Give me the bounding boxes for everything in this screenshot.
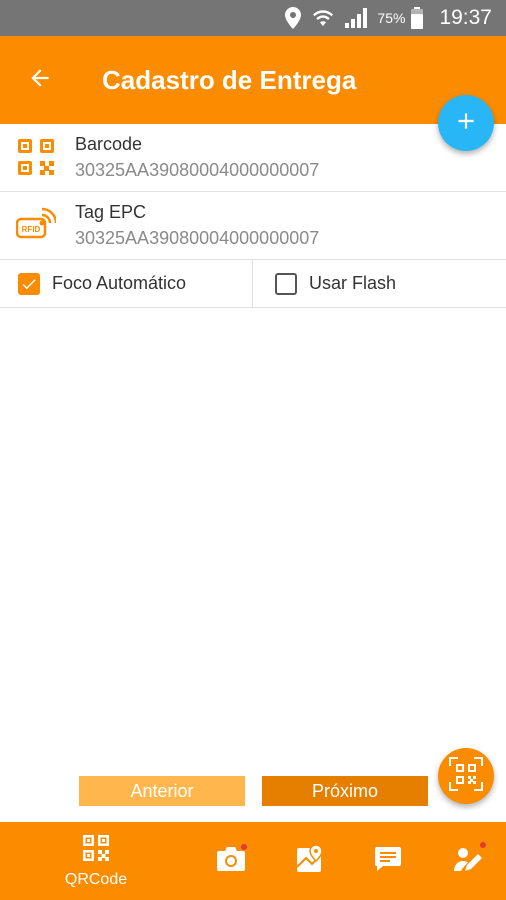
location-icon (285, 7, 302, 29)
auto-focus-checkbox[interactable] (18, 272, 40, 295)
next-button[interactable]: Próximo (262, 776, 428, 806)
message-icon (374, 845, 402, 878)
camera-notification-dot (241, 843, 247, 850)
qr-code-icon (82, 834, 110, 867)
signature-icon (453, 841, 486, 878)
app-bar: Cadastro de Entrega (0, 36, 506, 124)
use-flash-option[interactable]: Usar Flash (253, 260, 506, 307)
page-title: Cadastro de Entrega (102, 64, 357, 95)
battery-percentage: 75% (377, 10, 406, 26)
battery-icon (411, 7, 424, 29)
status-bar: 75% 19:37 (0, 0, 506, 36)
bottom-navigation: QRCode (0, 822, 506, 900)
rfid-icon: RFID (15, 205, 58, 245)
map-icon (296, 843, 324, 878)
arrow-left-icon (27, 65, 53, 96)
qr-scan-icon (449, 756, 483, 796)
back-button[interactable] (0, 36, 80, 124)
auto-focus-option[interactable]: Foco Automático (0, 260, 253, 307)
auto-focus-label: Foco Automático (52, 273, 187, 293)
nav-qrcode-label: QRCode (64, 870, 128, 888)
scan-qr-button[interactable] (438, 748, 494, 804)
svg-text:RFID: RFID (22, 225, 41, 234)
tag-epc-label: Tag EPC (75, 202, 147, 222)
nav-camera[interactable] (205, 822, 257, 900)
barcode-row[interactable]: Barcode 30325AA39080004000000007 (0, 124, 506, 192)
use-flash-checkbox[interactable] (275, 272, 297, 295)
previous-button[interactable]: Anterior (79, 776, 245, 806)
clock: 19:37 (439, 6, 492, 29)
options-row: Foco Automático Usar Flash (0, 260, 506, 308)
wifi-icon (311, 8, 335, 28)
use-flash-label: Usar Flash (309, 273, 397, 293)
signal-icon (345, 8, 368, 28)
camera-icon (216, 843, 247, 877)
barcode-label: Barcode (75, 134, 143, 154)
tag-epc-value: 30325AA39080004000000007 (75, 228, 320, 248)
nav-qrcode[interactable]: QRCode (50, 822, 142, 900)
nav-map[interactable] (284, 822, 336, 900)
qr-code-icon (16, 137, 56, 177)
signature-notification-dot (480, 841, 486, 848)
nav-messages[interactable] (362, 822, 414, 900)
nav-signature[interactable] (442, 822, 494, 900)
tag-epc-row[interactable]: RFID Tag EPC 30325AA39080004000000007 (0, 192, 506, 260)
barcode-value: 30325AA39080004000000007 (75, 160, 320, 180)
